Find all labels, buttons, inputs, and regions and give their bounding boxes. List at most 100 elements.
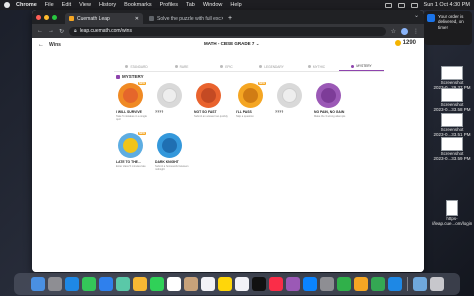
wifi-icon[interactable] [397,2,405,8]
badge-card[interactable]: NOT SO FAST Submit an answer too quickly [194,83,228,118]
tab-standard[interactable]: STANDARD [114,62,159,71]
messages-icon[interactable] [81,277,96,291]
vscode-icon[interactable] [387,277,402,291]
downloads-icon[interactable] [412,277,427,291]
forward-icon[interactable]: → [48,28,54,34]
tab-mystery[interactable]: MYSTERY [339,62,384,71]
menu-help[interactable]: Help [230,2,241,8]
bookmark-star-icon[interactable]: ☆ [391,28,396,35]
desktop-file[interactable]: https-//leap.cue...om/login [432,200,472,226]
badge-card[interactable]: NEW LATE TO THE... Enter class 5 minutes l… [116,132,150,168]
battery-icon[interactable] [384,2,392,8]
badge-card[interactable]: DARK KNIGHT Submit a homework between mid… [155,133,189,171]
badge-description: Enter class 5 minutes late [116,165,146,168]
badge-card[interactable]: NO PAIN, NO GAIN Make the 3 wrong attempt… [314,83,348,118]
tv-icon[interactable] [251,277,266,291]
minimize-window-icon[interactable] [44,14,49,20]
numbers-icon[interactable] [336,277,351,291]
close-tab-icon[interactable]: ✕ [221,16,223,22]
close-tab-icon[interactable]: ✕ [135,16,139,22]
launchpad-icon[interactable] [47,277,62,291]
finder-icon[interactable] [30,277,45,291]
badge-medal-icon [157,133,182,158]
desktop-file[interactable]: Screenshot 2023-0...33.51 PM [432,113,472,137]
settings-icon[interactable] [319,277,334,291]
podcasts-icon[interactable] [285,277,300,291]
badge-card[interactable]: ???? [275,83,309,114]
tab-mythic[interactable]: MYTHIC [294,62,339,71]
desktop-file[interactable]: Screenshot2023-0...29.37 PM [432,66,472,90]
menu-view[interactable]: View [79,2,91,8]
trash-icon[interactable] [429,277,444,291]
address-bar[interactable]: 🔒︎ leap.cuemath.com/wins [69,26,386,36]
mythic-icon [307,65,311,68]
tab-rare[interactable]: RARE [159,62,204,71]
control-center-icon[interactable] [410,2,418,8]
lock-icon[interactable]: 🔒︎ [74,28,77,34]
menu-edit[interactable]: Edit [62,2,71,8]
music-icon[interactable] [268,277,283,291]
appstore-icon[interactable] [302,277,317,291]
page-content: ← Wins MATH - CBSE GRADE 7 ⌄ 1290 STANDA… [32,38,424,272]
tab-search-chevron-icon[interactable]: ⌄ [414,12,419,19]
zoom-window-icon[interactable] [52,14,57,20]
order-notification[interactable]: Your order is delivered, on time! [424,11,472,45]
calendar-icon[interactable] [166,277,181,291]
screenshot-thumbnail-icon [441,66,463,80]
tab-strip: Cuemath Leap ✕ Solve the puzzle with ful… [32,10,424,24]
tab-solve-puzzle[interactable]: Solve the puzzle with full exc ✕ [145,13,223,24]
badge-card[interactable]: NEW I'LL PASS Skip a question [236,82,270,118]
contacts-icon[interactable] [183,277,198,291]
notification-line2: delivered, on time! [438,19,464,30]
kebab-menu-icon[interactable]: ⋮ [413,28,419,35]
menu-bar: Chrome File Edit View History Bookmarks … [0,0,474,10]
badge-description: Take 5 mistakes in a single quiz [116,115,147,122]
menu-history[interactable]: History [99,2,116,8]
badge-card[interactable]: NEW I WILL SURVIVE Take 5 mistakes in a si… [116,82,150,122]
badge-medal-icon: NEW [118,132,146,158]
tab-label: STANDARD [130,64,148,69]
section-title-text: MYSTERY [122,74,144,79]
reload-icon[interactable]: ↻ [59,28,64,35]
reminders-icon[interactable] [200,277,215,291]
badge-name: I WILL SURVIVE [116,110,142,114]
menu-file[interactable]: File [45,2,54,8]
profile-avatar[interactable] [401,27,408,35]
new-tab-icon[interactable]: + [228,13,232,24]
notes-icon[interactable] [217,277,232,291]
tab-epic[interactable]: EPIC [204,62,249,71]
notification-text: Your order is delivered, on time! [438,14,469,42]
menu-app-name[interactable]: Chrome [16,2,37,8]
apple-menu-icon[interactable] [4,2,10,8]
safari-icon[interactable] [64,277,79,291]
grade-selector[interactable]: MATH - CBSE GRADE 7 ⌄ [204,41,259,47]
menu-profiles[interactable]: Profiles [160,2,178,8]
freeform-icon[interactable] [234,277,249,291]
badge-medal-icon [316,83,341,108]
mystery-section-icon [116,74,120,79]
desktop-file[interactable]: Screenshot 2023-0...33.59 PM [432,137,472,161]
badge-emblem-icon [282,88,297,103]
category-tabs: STANDARD RARE EPIC LEGENDARY MYTHIC MYST… [114,62,384,72]
pages-icon[interactable] [353,277,368,291]
badge-name: DARK KNIGHT [155,160,179,164]
facetime-icon[interactable] [149,277,164,291]
close-window-icon[interactable] [36,14,41,20]
mail-icon[interactable] [98,277,113,291]
back-arrow-icon[interactable]: ← [38,42,44,48]
desktop-file[interactable]: Screenshot 2023-0...33.58 PM [432,88,472,112]
badge-card[interactable]: ???? [155,83,189,114]
file-name: //leap.cue...om/login [432,221,473,226]
menu-window[interactable]: Window [203,2,223,8]
chrome-icon[interactable] [370,277,385,291]
tab-cuemath-leap[interactable]: Cuemath Leap ✕ [65,13,143,24]
menu-clock[interactable]: Sun 1 Oct 4:30 PM [424,2,470,8]
photos-icon[interactable] [132,277,147,291]
back-icon[interactable]: ← [37,28,43,34]
maps-icon[interactable] [115,277,130,291]
page-title: Wins [49,42,61,48]
rare-icon [174,65,178,68]
menu-tab[interactable]: Tab [186,2,195,8]
menu-bookmarks[interactable]: Bookmarks [124,2,152,8]
tab-legendary[interactable]: LEGENDARY [249,62,294,71]
